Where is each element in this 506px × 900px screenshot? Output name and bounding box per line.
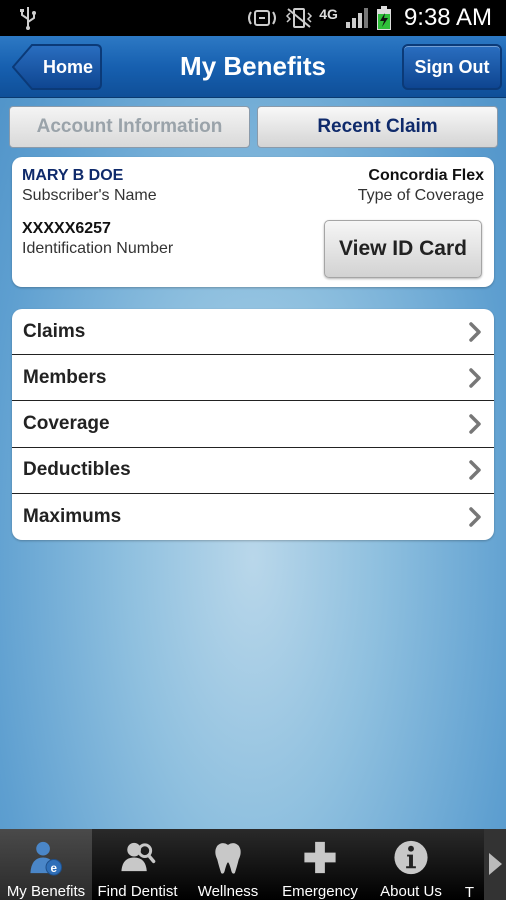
subscriber-card: MARY B DOE Subscriber's Name Concordia F… — [12, 157, 494, 287]
menu-item-members[interactable]: Members — [12, 355, 494, 402]
tab-label: Emergency — [282, 883, 358, 900]
tab-partial[interactable]: T — [455, 829, 484, 900]
chevron-right-icon — [469, 507, 481, 527]
chevron-right-icon — [469, 368, 481, 388]
status-bar: 4G 9:38 AM — [0, 0, 506, 36]
identification-number-label: Identification Number — [22, 240, 174, 257]
menu-item-coverage[interactable]: Coverage — [12, 401, 494, 448]
tab-label: About Us — [380, 883, 442, 900]
menu-item-label: Maximums — [23, 505, 122, 527]
home-button-label: Home — [42, 56, 93, 77]
svg-text:e: e — [51, 862, 58, 875]
tab-emergency[interactable]: Emergency — [273, 829, 367, 900]
view-id-card-button[interactable]: View ID Card — [324, 220, 482, 278]
coverage-type: Concordia Flex — [368, 167, 484, 184]
find-dentist-icon — [120, 842, 155, 872]
subscriber-name: MARY B DOE — [22, 167, 124, 184]
menu-item-maximums[interactable]: Maximums — [12, 494, 494, 540]
sign-out-button[interactable]: Sign Out — [402, 44, 502, 90]
identification-number: XXXXX6257 — [22, 220, 111, 237]
info-icon — [394, 840, 428, 875]
network-type-indicator: 4G — [319, 6, 338, 22]
menu-item-label: Members — [23, 366, 107, 388]
tab-about-us[interactable]: About Us — [367, 829, 455, 900]
tab-find-dentist[interactable]: Find Dentist — [92, 829, 183, 900]
chevron-right-icon — [489, 853, 502, 875]
battery-charging-icon — [376, 6, 391, 30]
bottom-tab-bar: e My Benefits Find Dentist Wellness Emer… — [0, 829, 506, 900]
chevron-right-icon — [469, 414, 481, 434]
tooth-icon — [215, 843, 241, 874]
tab-label: Find Dentist — [97, 883, 178, 900]
chevron-right-icon — [469, 460, 481, 480]
menu-item-deductibles[interactable]: Deductibles — [12, 448, 494, 494]
menu-item-claims[interactable]: Claims — [12, 309, 494, 356]
tab-label: Wellness — [197, 883, 259, 900]
chevron-right-icon — [469, 321, 481, 342]
tab-label: T — [464, 884, 475, 900]
benefits-menu: Claims Members Coverage Deductibles Maxi… — [12, 309, 494, 540]
coverage-type-label: Type of Coverage — [357, 187, 484, 204]
menu-item-label: Coverage — [23, 412, 110, 434]
menu-item-label: Claims — [23, 320, 86, 342]
my-benefits-icon: e — [30, 841, 63, 876]
tab-account-information[interactable]: Account Information — [9, 106, 250, 148]
scroll-more-tabs[interactable] — [484, 829, 506, 900]
subscriber-name-label: Subscriber's Name — [22, 187, 157, 204]
vibrate-icon — [286, 8, 313, 28]
signal-icon — [345, 8, 368, 28]
app-header: Home My Benefits Sign Out — [0, 36, 506, 98]
status-time: 9:38 AM — [403, 4, 492, 31]
tab-label: My Benefits — [6, 883, 86, 900]
tab-recent-claim[interactable]: Recent Claim — [257, 106, 498, 148]
segmented-tabs: Account Information Recent Claim — [9, 106, 498, 148]
tab-my-benefits[interactable]: e My Benefits — [0, 829, 92, 900]
cross-icon — [304, 841, 336, 874]
menu-item-label: Deductibles — [23, 459, 131, 481]
home-button[interactable]: Home — [12, 44, 102, 90]
nfc-icon — [248, 10, 277, 26]
tab-wellness[interactable]: Wellness — [183, 829, 273, 900]
usb-icon — [20, 7, 36, 30]
